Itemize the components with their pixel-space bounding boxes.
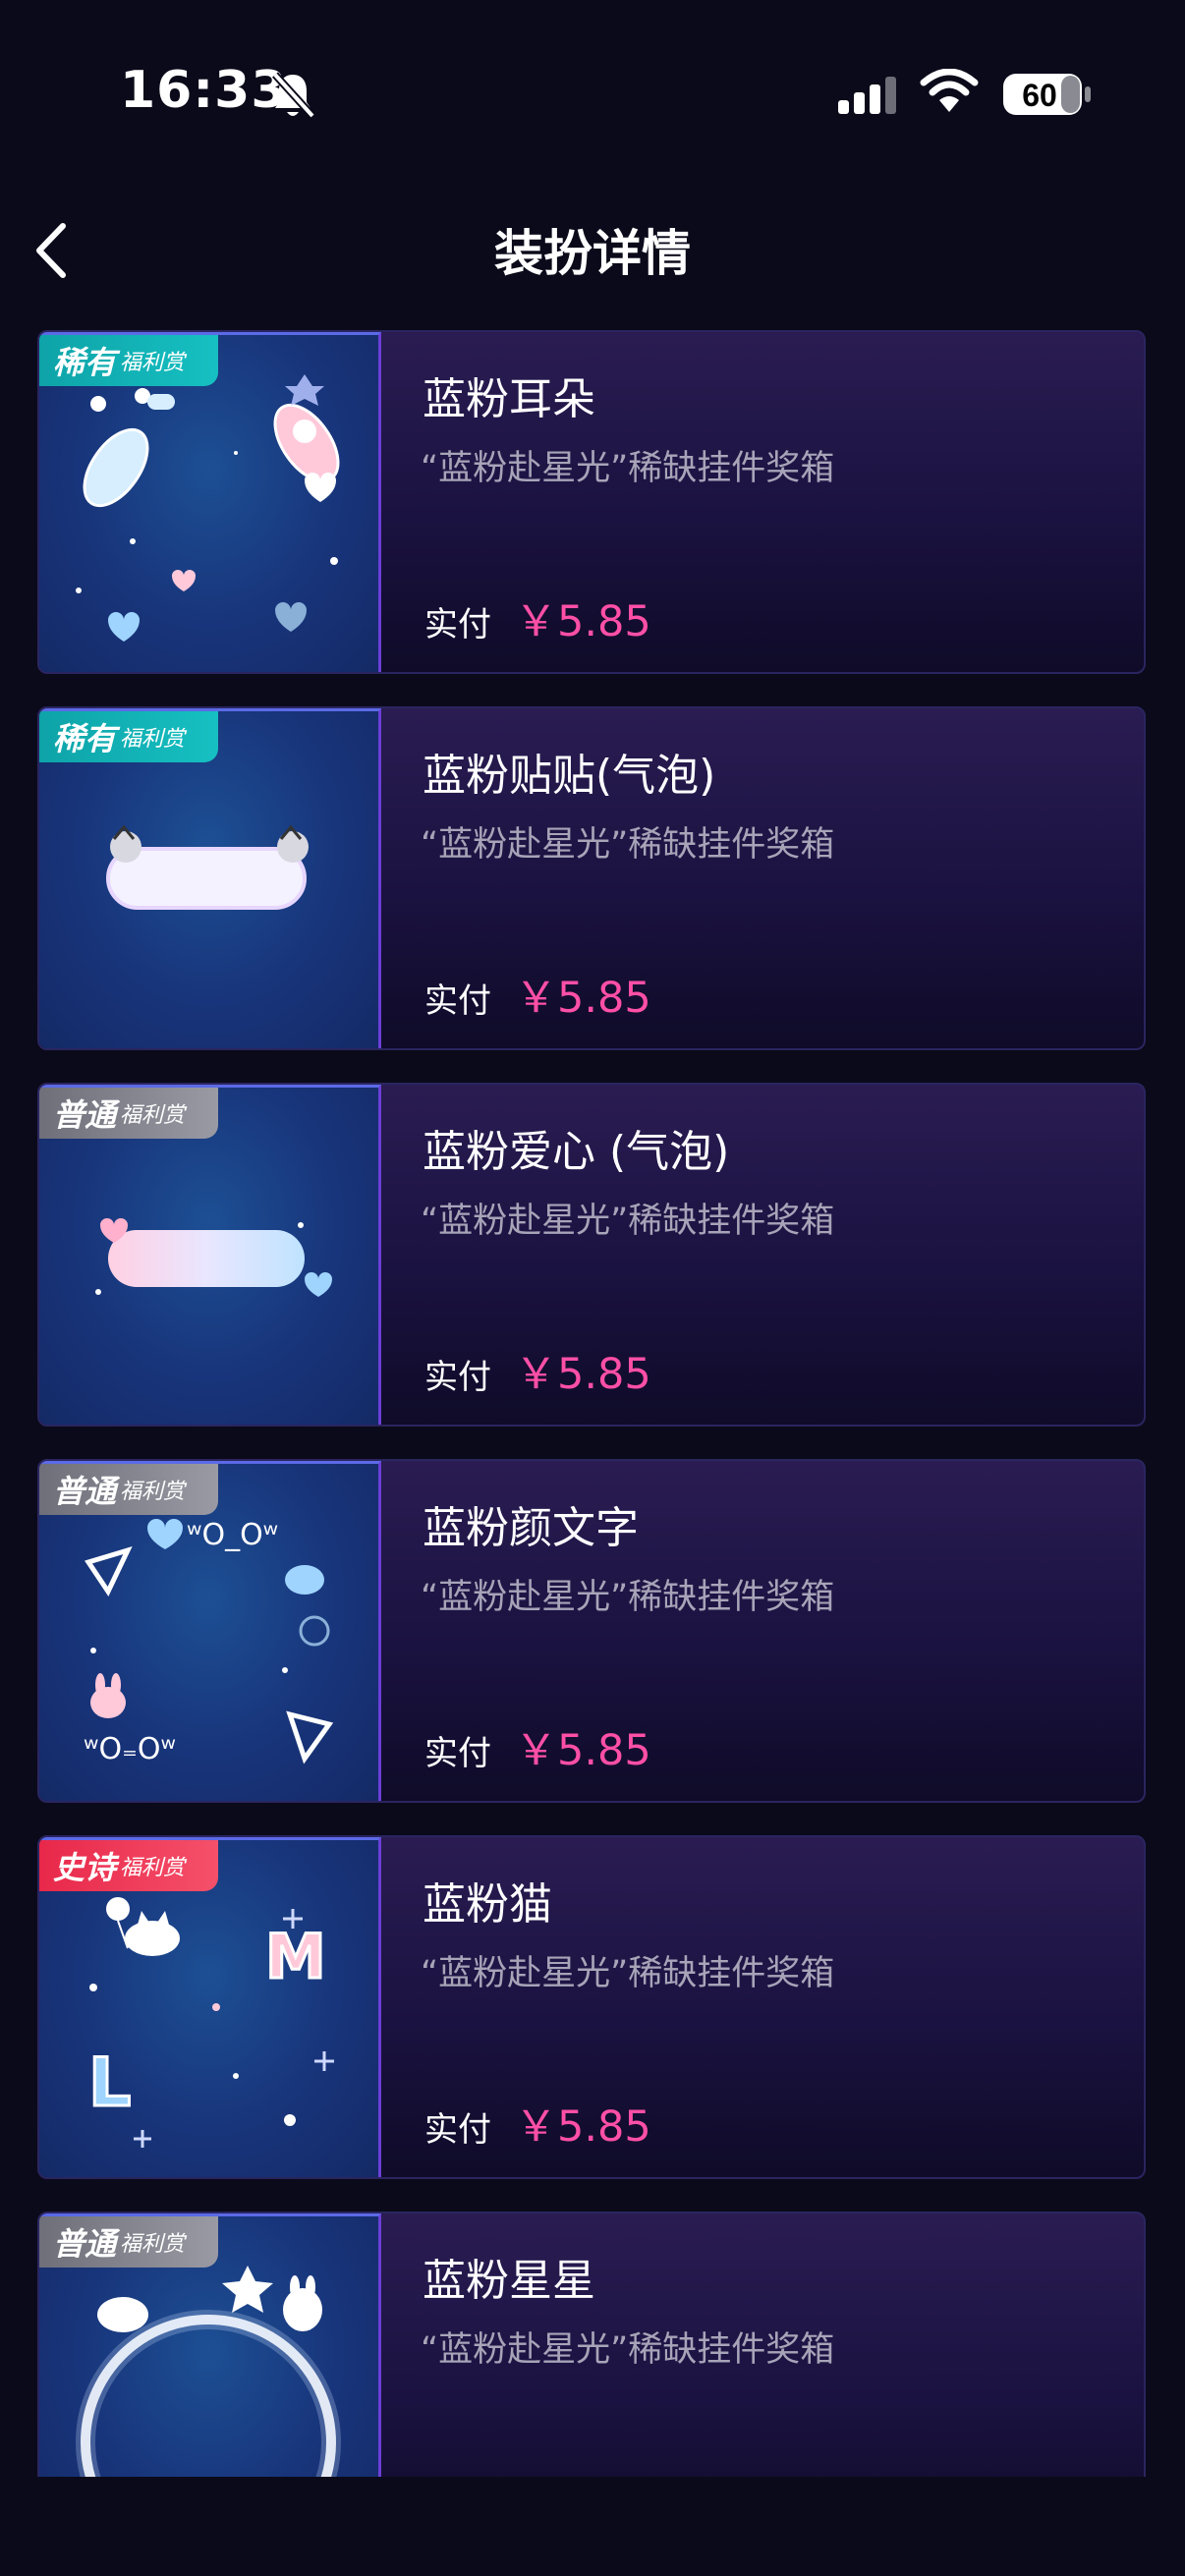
rarity-badge: 普通 福利赏 [39, 2216, 218, 2268]
page-title: 装扮详情 [494, 225, 691, 282]
svg-text:ʷO₌Oʷ: ʷO₌Oʷ [84, 1732, 176, 1766]
item-source: “蓝粉赴星光”稀缺挂件奖箱 [421, 1578, 835, 1617]
status-bar: 16:33 60 [0, 0, 1185, 187]
cellular-signal-icon [838, 75, 899, 118]
battery-level: 60 [1022, 78, 1057, 113]
rarity-label: 普通 [53, 1096, 117, 1134]
price-row: 实付 ￥5.85 [424, 588, 651, 648]
price-row: 实付 ￥5.85 [424, 964, 651, 1025]
price-label: 实付 [424, 1734, 491, 1773]
rarity-badge: 稀有 福利赏 [39, 711, 218, 762]
rarity-badge: 普通 福利赏 [39, 1088, 218, 1139]
rarity-label: 稀有 [53, 720, 117, 757]
price-value: ￥5.85 [515, 1350, 651, 1399]
list-item[interactable]: 稀有 福利赏 蓝粉耳朵 “蓝粉赴星光”稀缺挂件奖箱 实付 ￥5.85 [37, 330, 1146, 674]
item-name: 蓝粉爱心 (气泡) [423, 1127, 730, 1177]
bell-muted-icon [271, 71, 315, 124]
item-name: 蓝粉颜文字 [423, 1503, 639, 1553]
item-thumbnail: 稀有 福利赏 [39, 708, 381, 1048]
price-label: 实付 [424, 981, 491, 1021]
item-source: “蓝粉赴星光”稀缺挂件奖箱 [421, 1202, 835, 1241]
item-source: “蓝粉赴星光”稀缺挂件奖箱 [421, 825, 835, 865]
wifi-icon [920, 68, 979, 118]
item-name: 蓝粉贴贴(气泡) [423, 751, 716, 801]
price-row: 实付 ￥5.85 [424, 2093, 651, 2154]
battery-icon: 60 [1002, 73, 1093, 120]
list-item[interactable]: 稀有 福利赏 蓝粉贴贴(气泡) “蓝粉赴星光”稀缺挂件奖箱 实付 ￥5.85 [37, 706, 1146, 1050]
list-item[interactable]: ʷO_Oʷ ʷO₌Oʷ 普通 福利赏 蓝粉颜文字 “蓝粉赴星光”稀缺挂件奖箱 实… [37, 1459, 1146, 1803]
item-thumbnail: ʷO_Oʷ ʷO₌Oʷ 普通 福利赏 [39, 1461, 381, 1801]
rarity-label: 稀有 [53, 344, 117, 381]
price-row: 实付 ￥5.85 [424, 1716, 651, 1777]
rarity-badge: 普通 福利赏 [39, 1464, 218, 1515]
rarity-label: 普通 [53, 2225, 117, 2263]
badge-sublabel: 福利赏 [120, 1856, 186, 1880]
price-label: 实付 [424, 1358, 491, 1397]
item-source: “蓝粉赴星光”稀缺挂件奖箱 [421, 449, 835, 488]
item-name: 蓝粉猫 [423, 1879, 552, 1930]
item-thumbnail: 普通 福利赏 [39, 2213, 381, 2477]
badge-sublabel: 福利赏 [120, 1103, 186, 1128]
status-time: 16:33 [120, 61, 288, 120]
price-value: ￥5.85 [515, 974, 651, 1023]
badge-sublabel: 福利赏 [120, 1480, 186, 1504]
item-name: 蓝粉星星 [423, 2256, 595, 2306]
badge-sublabel: 福利赏 [120, 351, 186, 375]
rarity-badge: 史诗 福利赏 [39, 1840, 218, 1891]
item-name: 蓝粉耳朵 [423, 374, 595, 424]
badge-sublabel: 福利赏 [120, 727, 186, 752]
rarity-badge: 稀有 福利赏 [39, 335, 218, 386]
item-list[interactable]: 稀有 福利赏 蓝粉耳朵 “蓝粉赴星光”稀缺挂件奖箱 实付 ￥5.85 稀有 福利… [37, 330, 1146, 2477]
item-source: “蓝粉赴星光”稀缺挂件奖箱 [421, 2330, 835, 2370]
price-row: 实付 ￥5.85 [424, 1340, 651, 1401]
price-value: ￥5.85 [515, 597, 651, 646]
price-label: 实付 [424, 605, 491, 644]
price-value: ￥5.85 [515, 2102, 651, 2152]
svg-text:ʷO_Oʷ: ʷO_Oʷ [187, 1518, 278, 1552]
item-thumbnail: 普通 福利赏 [39, 1085, 381, 1425]
svg-text:M: M [265, 1921, 326, 1992]
list-item[interactable]: 普通 福利赏 蓝粉星星 “蓝粉赴星光”稀缺挂件奖箱 [37, 2212, 1146, 2477]
rarity-label: 普通 [53, 1473, 117, 1510]
item-source: “蓝粉赴星光”稀缺挂件奖箱 [421, 1954, 835, 1993]
item-thumbnail: 稀有 福利赏 [39, 332, 381, 672]
rarity-label: 史诗 [53, 1849, 117, 1886]
list-item[interactable]: 普通 福利赏 蓝粉爱心 (气泡) “蓝粉赴星光”稀缺挂件奖箱 实付 ￥5.85 [37, 1083, 1146, 1427]
price-label: 实付 [424, 2110, 491, 2150]
badge-sublabel: 福利赏 [120, 2232, 186, 2257]
list-item[interactable]: M L 史诗 福利赏 蓝粉猫 “蓝粉赴星光”稀缺挂件奖箱 实付 ￥5.85 [37, 1835, 1146, 2179]
item-thumbnail: M L 史诗 福利赏 [39, 1837, 381, 2177]
price-value: ￥5.85 [515, 1726, 651, 1775]
svg-text:L: L [88, 2044, 131, 2122]
